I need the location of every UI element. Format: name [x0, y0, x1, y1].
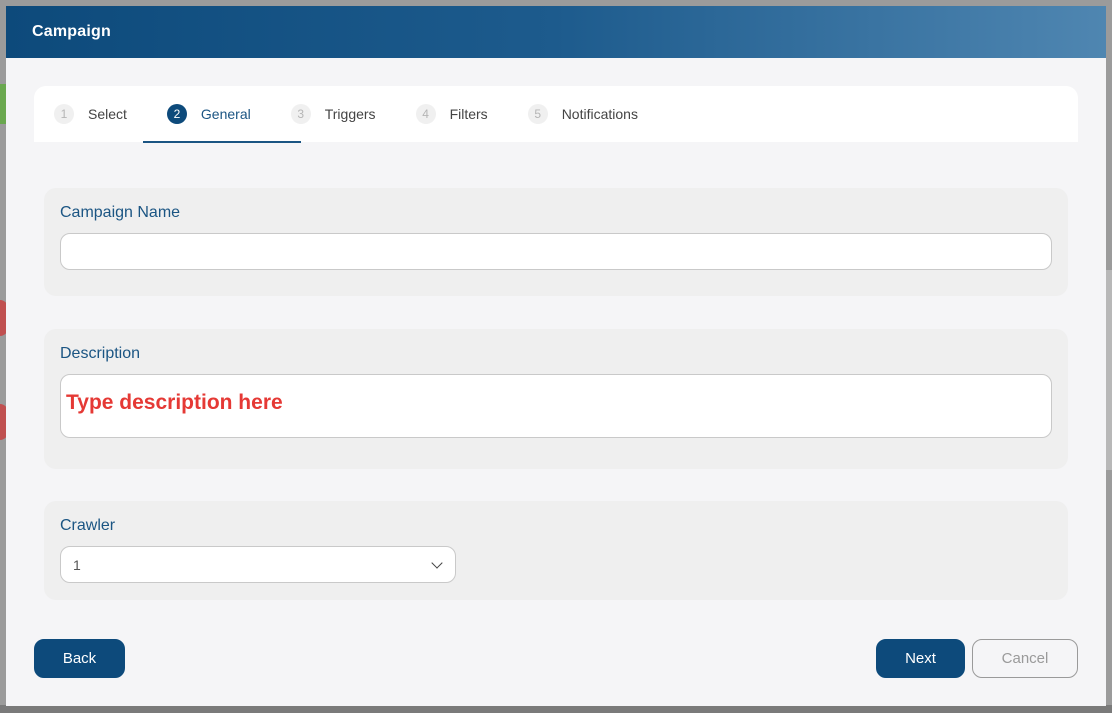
step-label: Select: [88, 106, 127, 122]
step-label: General: [200, 106, 251, 122]
description-section: Description Type description here: [44, 329, 1068, 469]
crawler-label: Crawler: [60, 517, 116, 534]
campaign-name-section: Campaign Name: [44, 188, 1068, 296]
step-label: Notifications: [561, 106, 638, 122]
back-button[interactable]: Back: [34, 639, 125, 678]
campaign-name-input[interactable]: [60, 233, 1052, 270]
step-number: 3: [290, 104, 311, 124]
step-select[interactable]: 1 Select: [54, 86, 135, 142]
description-textarea[interactable]: [60, 374, 1052, 438]
cancel-button[interactable]: Cancel: [972, 639, 1078, 678]
backdrop-bottom-strip: [0, 705, 1112, 713]
crawler-selected-value: 1: [73, 556, 81, 573]
step-number: 4: [415, 104, 436, 124]
wizard-stepper: 1 Select 2 General 3 Triggers 4 Filters …: [34, 86, 1078, 143]
step-triggers[interactable]: 3 Triggers: [290, 86, 384, 142]
step-number: 2: [166, 104, 187, 124]
crawler-select[interactable]: 1: [60, 546, 456, 583]
step-label: Filters: [449, 106, 488, 122]
step-notifications[interactable]: 5 Notifications: [527, 86, 646, 142]
step-number: 5: [527, 104, 548, 124]
step-filters[interactable]: 4 Filters: [415, 86, 496, 142]
modal-header: Campaign: [6, 6, 1106, 58]
modal-title: Campaign: [32, 23, 111, 40]
campaign-modal: Campaign 1 Select 2 General 3 Triggers 4…: [6, 6, 1106, 706]
crawler-section: Crawler 1: [44, 501, 1068, 600]
description-label: Description: [60, 345, 141, 362]
step-general[interactable]: 2 General: [142, 86, 301, 143]
campaign-name-label: Campaign Name: [60, 204, 181, 221]
chevron-down-icon: [431, 556, 443, 569]
next-button[interactable]: Next: [876, 639, 965, 678]
step-label: Triggers: [324, 106, 376, 122]
step-number: 1: [54, 104, 74, 124]
